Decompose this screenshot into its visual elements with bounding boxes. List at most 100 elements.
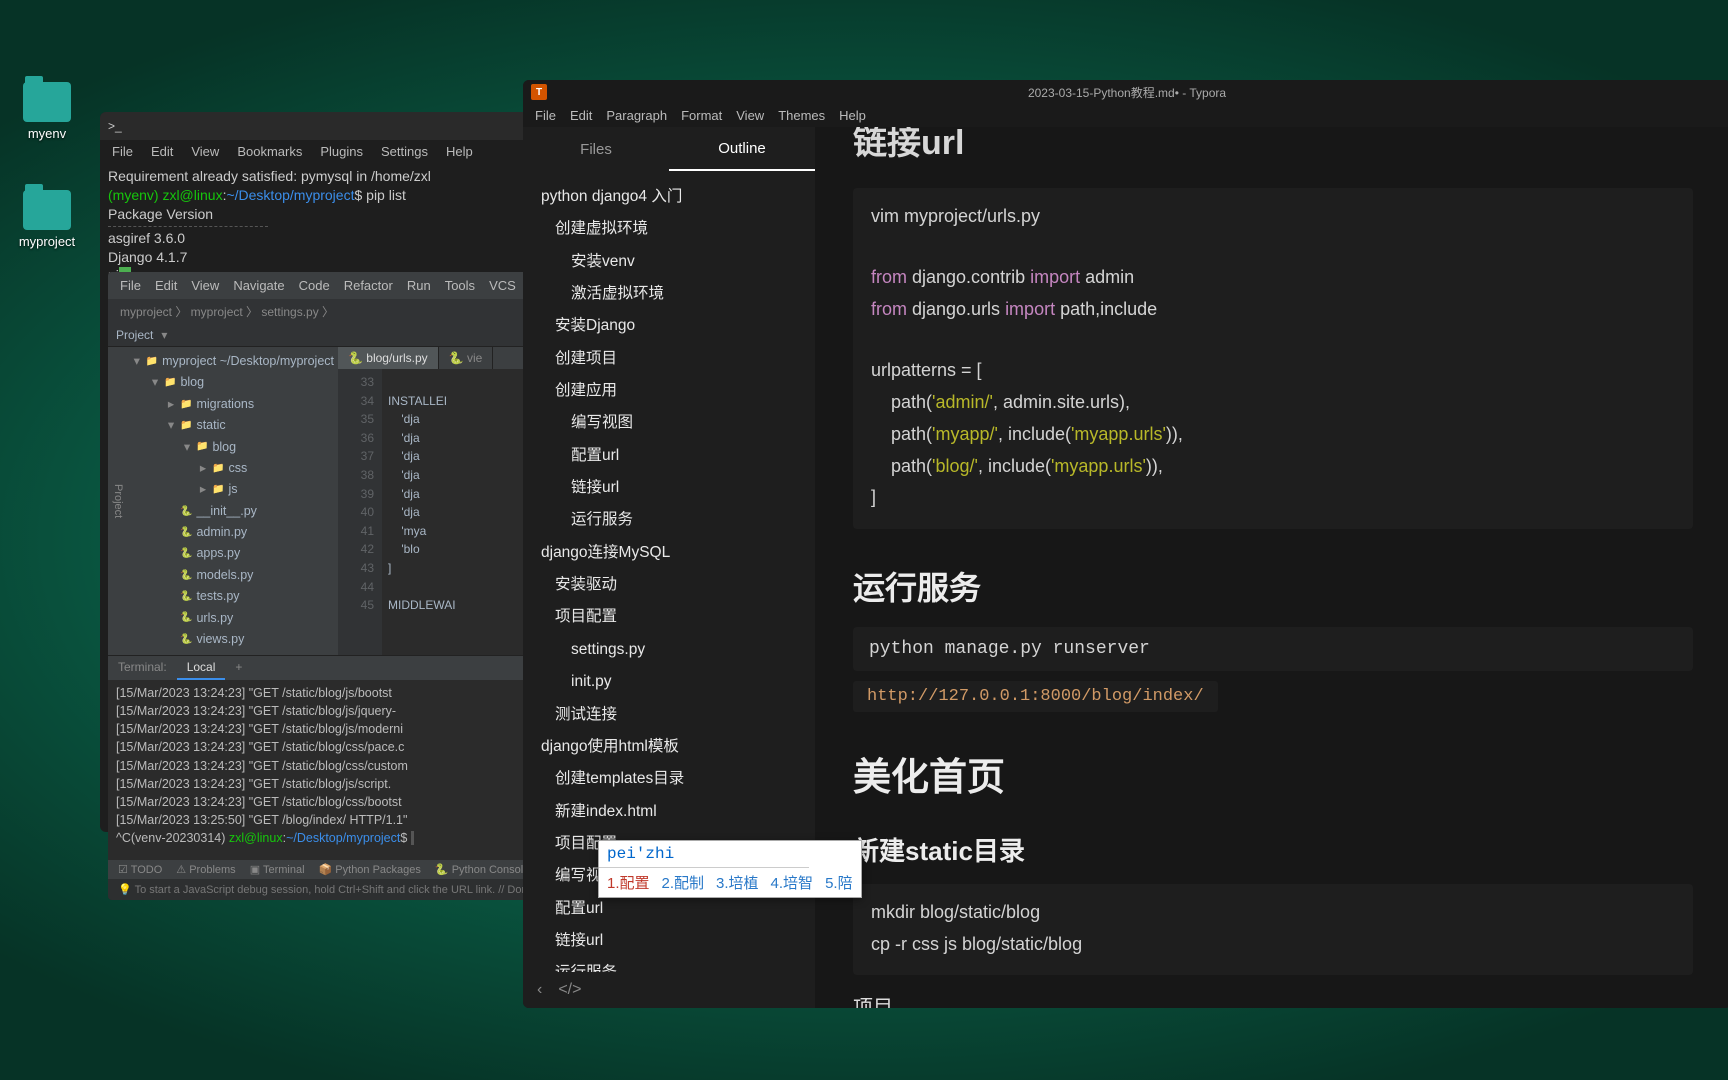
outline-item[interactable]: 安装venv	[523, 246, 815, 278]
menu-refactor[interactable]: Refactor	[344, 278, 393, 293]
tree-item[interactable]: ▸📁migrations	[126, 394, 338, 415]
tree-item[interactable]: 🐍views.py	[126, 629, 338, 650]
outline-item[interactable]: 测试连接	[523, 699, 815, 731]
tree-item[interactable]: 🐍models.py	[126, 565, 338, 586]
terminal-tab-local[interactable]: Local	[177, 656, 226, 680]
outline-item[interactable]: 激活虚拟环境	[523, 278, 815, 310]
menu-view[interactable]: View	[736, 108, 764, 123]
outline-item[interactable]: settings.py	[523, 634, 815, 666]
menu-file[interactable]: File	[112, 144, 133, 159]
tree-item[interactable]: 🐍urls.py	[126, 608, 338, 629]
terminal-label: Terminal:	[108, 656, 177, 680]
outline-item[interactable]: 安装Django	[523, 310, 815, 342]
outline-item[interactable]: 创建项目	[523, 343, 815, 375]
desktop-icon-label: myenv	[12, 126, 82, 141]
outline-item[interactable]: 安装驱动	[523, 569, 815, 601]
sidebar-tabs[interactable]: Files Outline	[523, 127, 815, 171]
divider	[108, 226, 268, 227]
back-icon[interactable]: ‹	[537, 981, 542, 999]
outline-item[interactable]: init.py	[523, 666, 815, 698]
source-mode-icon[interactable]: </>	[558, 981, 581, 999]
menu-edit[interactable]: Edit	[570, 108, 592, 123]
menu-help[interactable]: Help	[446, 144, 473, 159]
status-todo[interactable]: ☑ TODO	[118, 863, 162, 876]
editor-tab[interactable]: 🐍 vie	[439, 347, 494, 369]
tree-item[interactable]: ▾📁blog	[126, 437, 338, 458]
menu-format[interactable]: Format	[681, 108, 722, 123]
url-link[interactable]: http://127.0.0.1:8000/blog/index/	[853, 681, 1218, 712]
menu-file[interactable]: File	[120, 278, 141, 293]
tree-item[interactable]: ▸📁css	[126, 458, 338, 479]
outline-item[interactable]: 创建templates目录	[523, 763, 815, 795]
ime-candidates[interactable]: 1.配置 2.配制 3.培植 4.培智 5.陪	[815, 868, 861, 897]
typora-menubar[interactable]: File Edit Paragraph Format View Themes H…	[523, 104, 1728, 127]
menu-navigate[interactable]: Navigate	[233, 278, 284, 293]
outline-item[interactable]: 运行服务	[523, 504, 815, 536]
status-py-packages[interactable]: 📦 Python Packages	[319, 863, 421, 876]
outline-item[interactable]: 创建虚拟环境	[523, 213, 815, 245]
menu-vcs[interactable]: VCS	[489, 278, 516, 293]
menu-edit[interactable]: Edit	[155, 278, 177, 293]
menu-themes[interactable]: Themes	[778, 108, 825, 123]
outline-item[interactable]: 新建index.html	[523, 796, 815, 828]
menu-settings[interactable]: Settings	[381, 144, 428, 159]
outline-item[interactable]: python django4 入门	[523, 181, 815, 213]
menu-view[interactable]: View	[191, 144, 219, 159]
typora-editor[interactable]: 链接url vim myproject/urls.py from django.…	[815, 127, 1728, 1008]
tree-item[interactable]: ▾📁blog	[126, 372, 338, 393]
tree-item[interactable]: ▸📁js	[126, 479, 338, 500]
menu-code[interactable]: Code	[299, 278, 330, 293]
ide-sidebar-strip[interactable]: Project	[108, 347, 126, 655]
status-terminal[interactable]: ▣ Terminal	[250, 863, 305, 876]
outline-item[interactable]: django连接MySQL	[523, 537, 815, 569]
outline-item[interactable]: 链接url	[523, 472, 815, 504]
tree-item[interactable]: 🐍tests.py	[126, 586, 338, 607]
tree-item[interactable]: 🐍apps.py	[126, 543, 338, 564]
menu-plugins[interactable]: Plugins	[320, 144, 363, 159]
outline-item[interactable]: 链接url	[523, 925, 815, 957]
tab-outline[interactable]: Outline	[669, 127, 815, 171]
outline-item[interactable]: 创建应用	[523, 375, 815, 407]
sidebar-footer: ‹ </>	[523, 972, 815, 1008]
heading-static: 新建static目录	[853, 831, 1693, 868]
tab-files[interactable]: Files	[523, 127, 669, 171]
outline-item[interactable]: 编写视图	[523, 407, 815, 439]
tree-item[interactable]: 🐍__init__.py	[126, 501, 338, 522]
paragraph[interactable]: 项目	[853, 991, 1693, 1008]
terminal-tab-add[interactable]: +	[225, 656, 252, 680]
typora-window[interactable]: T 2023-03-15-Python教程.md• - Typora File …	[523, 80, 1728, 1008]
tree-item[interactable]: ▾📁static	[126, 415, 338, 436]
menu-tools[interactable]: Tools	[445, 278, 475, 293]
menu-paragraph[interactable]: Paragraph	[606, 108, 667, 123]
status-py-console[interactable]: 🐍 Python Console	[435, 863, 529, 876]
status-problems[interactable]: ⚠ Problems	[176, 863, 235, 876]
chevron-down-icon[interactable]: ▾	[161, 328, 167, 342]
tree-item[interactable]: 🐍admin.py	[126, 522, 338, 543]
tree-root[interactable]: ▾📁myproject ~/Desktop/myproject	[126, 351, 338, 372]
line-gutter: 33343536373839404142434445	[338, 369, 382, 655]
desktop-icon-myproject[interactable]: myproject	[12, 190, 82, 249]
outline-item[interactable]: 项目配置	[523, 601, 815, 633]
heading-cut: 链接url	[853, 127, 1693, 164]
project-tree[interactable]: ▾📁myproject ~/Desktop/myproject ▾📁blog▸📁…	[126, 347, 338, 655]
window-title: 2023-03-15-Python教程.md• - Typora	[1028, 84, 1226, 101]
editor-tab[interactable]: 🐍 blog/urls.py	[338, 347, 439, 369]
ime-cand-5[interactable]: 5.陪	[825, 872, 853, 893]
menu-edit[interactable]: Edit	[151, 144, 173, 159]
menu-run[interactable]: Run	[407, 278, 431, 293]
menu-help[interactable]: Help	[839, 108, 866, 123]
menu-file[interactable]: File	[535, 108, 556, 123]
menu-bookmarks[interactable]: Bookmarks	[237, 144, 302, 159]
ime-candidate-box[interactable]: pei'zhi 1.配置 2.配制 3.培植 4.培智 5.陪	[815, 840, 862, 898]
outline-item[interactable]: 配置url	[523, 440, 815, 472]
desktop-icon-myenv[interactable]: myenv	[12, 82, 82, 141]
code-block[interactable]: vim myproject/urls.py from django.contri…	[853, 188, 1693, 529]
code-block[interactable]: mkdir blog/static/blog cp -r css js blog…	[853, 884, 1693, 975]
menu-view[interactable]: View	[191, 278, 219, 293]
outline-item[interactable]: django使用html模板	[523, 731, 815, 763]
outline-item[interactable]: 运行服务	[523, 957, 815, 972]
code-line[interactable]: python manage.py runserver	[853, 627, 1693, 671]
project-tool-label[interactable]: Project	[116, 328, 153, 342]
heading-beauty: 美化首页	[853, 746, 1693, 801]
typora-titlebar[interactable]: T 2023-03-15-Python教程.md• - Typora	[523, 80, 1728, 104]
